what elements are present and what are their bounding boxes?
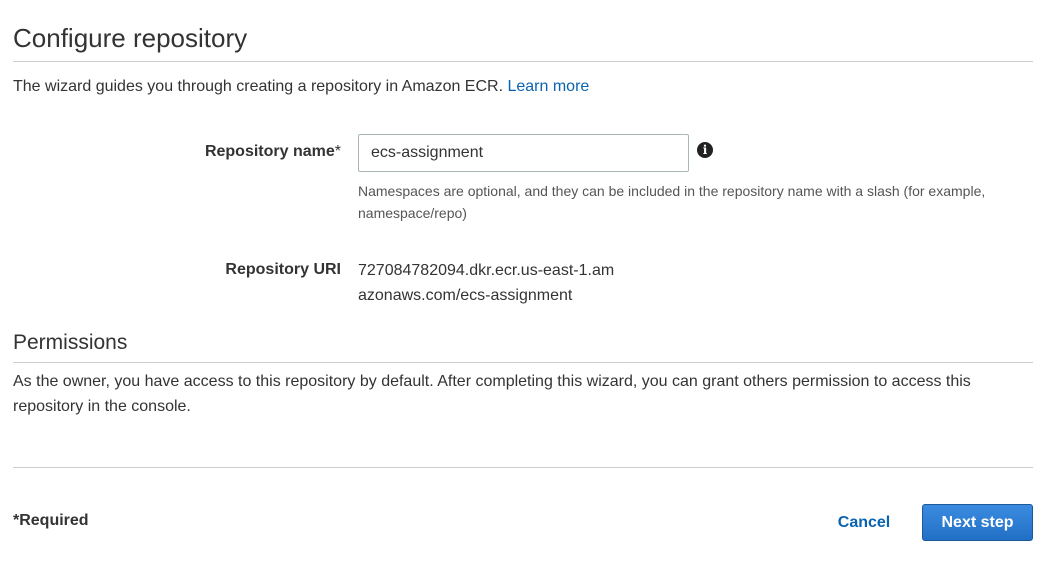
repository-name-label: Repository name* <box>205 142 341 162</box>
repository-name-input[interactable] <box>358 134 689 172</box>
repository-uri-label: Repository URI <box>225 261 341 278</box>
permissions-text: As the owner, you have access to this re… <box>13 373 971 415</box>
permissions-divider <box>13 362 1033 363</box>
repository-uri-value: 727084782094.dkr.ecr.us-east-1.amazonaws… <box>358 262 615 304</box>
info-circle-icon[interactable]: i <box>697 142 713 158</box>
cancel-button[interactable]: Cancel <box>826 504 902 541</box>
intro-description: The wizard guides you through creating a… <box>13 78 508 95</box>
required-note: *Required <box>13 512 89 529</box>
repository-name-hint: Namespaces are optional, and they can be… <box>358 183 986 221</box>
intro-text: The wizard guides you through creating a… <box>13 77 589 97</box>
learn-more-link[interactable]: Learn more <box>507 78 589 95</box>
next-step-button[interactable]: Next step <box>922 504 1033 541</box>
repository-name-label-text: Repository name <box>204 143 335 160</box>
permissions-title: Permissions <box>13 331 128 354</box>
title-divider <box>13 61 1033 62</box>
page-title: Configure repository <box>13 23 248 53</box>
required-marker: * <box>334 143 341 160</box>
footer-divider <box>13 467 1033 468</box>
